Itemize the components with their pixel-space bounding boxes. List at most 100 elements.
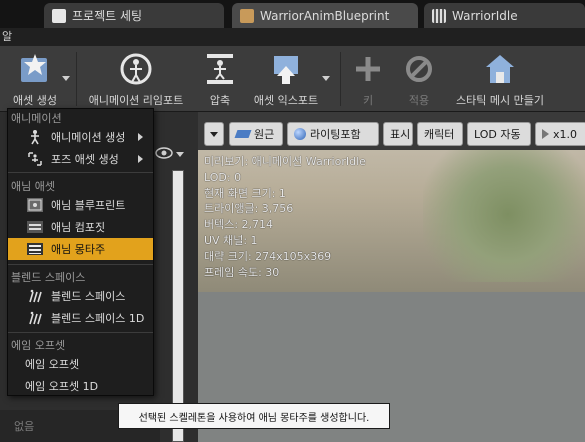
visibility-eye-icon[interactable]	[155, 147, 173, 162]
left-panel-hint: 없음	[14, 420, 35, 433]
blend-space-1d-icon	[25, 310, 45, 326]
character-button[interactable]: 캐릭터	[417, 122, 463, 146]
toolbar-divider	[76, 52, 77, 106]
perspective-label: 원근	[254, 128, 275, 141]
anim-composite-icon	[25, 219, 45, 235]
anim-sequence-icon	[432, 8, 446, 23]
left-panel-scrollbar[interactable]	[172, 170, 184, 442]
menu-section-blend-space: 블렌드 스페이스	[11, 271, 86, 284]
blend-space-icon	[25, 288, 45, 304]
make-static-mesh-label: 스타틱 메시 만들기	[456, 94, 544, 107]
show-button[interactable]: 표시	[383, 122, 413, 146]
playback-speed-button[interactable]: x1.0	[535, 122, 585, 146]
tab-label: 프로젝트 세팅	[72, 9, 143, 23]
menu-item-label: 애님 컴포짓	[51, 221, 106, 234]
menu-section-animation: 애니메이션	[11, 112, 62, 125]
character-label: 캐릭터	[424, 128, 455, 141]
lit-button[interactable]: 라이팅포함	[287, 122, 379, 146]
static-mesh-icon	[480, 50, 520, 88]
apply-button[interactable]: 적용	[394, 50, 444, 110]
stat-triangles: 트라이앵글: 3,756	[204, 202, 294, 216]
create-asset-icon	[15, 50, 55, 88]
tab-project-settings[interactable]: 프로젝트 세팅	[44, 3, 224, 28]
tab-warrior-anim-blueprint[interactable]: WarriorAnimBlueprint	[232, 3, 418, 28]
menu-divider	[8, 172, 153, 173]
apply-label: 적용	[408, 94, 430, 107]
menu-item-anim-montage[interactable]: 애님 몽타주	[8, 238, 153, 260]
viewport-background-foliage	[423, 132, 585, 282]
stat-screen-size: 현재 화면 크기: 1	[204, 186, 286, 200]
submenu-arrow-icon	[138, 133, 143, 141]
menu-bar[interactable]: 알	[0, 28, 585, 46]
menu-item-label: 포즈 애셋 생성	[51, 153, 119, 166]
menu-item-label: 블렌드 스페이스 1D	[51, 312, 145, 325]
menu-item-label: 애님 몽타주	[51, 243, 106, 256]
viewport-options-button[interactable]	[204, 122, 224, 146]
menu-item-label: 에임 오프셋	[25, 358, 80, 371]
animation-icon	[25, 129, 45, 145]
chevron-down-icon	[210, 131, 218, 137]
apply-icon	[399, 50, 439, 88]
preview-viewport[interactable]: 원근 라이팅포함 표시 캐릭터 LOD 자동 x1.0 미리보기: 애니메이션 …	[198, 112, 585, 442]
pose-asset-icon	[25, 151, 45, 167]
compress-label: 압축	[209, 94, 231, 107]
export-asset-label: 애셋 익스포트	[253, 94, 319, 107]
menu-divider	[8, 264, 153, 265]
menu-section-aim-offset: 에임 오프셋	[11, 339, 66, 352]
compress-icon	[200, 50, 240, 88]
reimport-animation-button[interactable]: 애니메이션 리임포트	[82, 50, 190, 110]
menu-item-create-animation[interactable]: 애니메이션 생성	[8, 126, 153, 148]
menu-section-anim-asset: 애님 애셋	[11, 180, 55, 193]
settings-icon	[52, 8, 66, 23]
export-asset-button[interactable]: 애셋 익스포트	[250, 50, 322, 110]
menu-item-blend-space[interactable]: 블렌드 스페이스	[8, 285, 153, 307]
stat-preview: 미리보기: 애니메이션 WarriorIdle	[204, 155, 366, 168]
toolbar-divider	[340, 52, 341, 106]
export-asset-dropdown-icon[interactable]	[322, 76, 330, 81]
create-asset-label: 애셋 생성	[13, 94, 57, 107]
lit-sphere-icon	[294, 128, 306, 140]
anim-blueprint-icon	[240, 8, 254, 23]
stat-approx-size: 대략 크기: 274x105x369	[204, 249, 332, 263]
menu-item-aim-offset[interactable]: 에임 오프셋	[8, 353, 153, 375]
stat-lod: LOD: 0	[204, 170, 242, 184]
create-asset-menu: 애니메이션 애니메이션 생성 포즈 애셋 생성 애님 애셋 애님 블루프린트 애…	[7, 108, 154, 396]
viewport-stats: 미리보기: 애니메이션 WarriorIdle LOD: 0 현재 화면 크기:…	[204, 154, 366, 280]
stat-vertices: 버텍스: 2,714	[204, 218, 274, 232]
lit-label: 라이팅포함	[310, 128, 361, 141]
make-static-mesh-button[interactable]: 스타틱 메시 만들기	[450, 50, 550, 110]
reimport-icon	[116, 50, 156, 88]
menu-bar-label[interactable]: 알	[2, 30, 12, 43]
reimport-animation-label: 애니메이션 리임포트	[88, 94, 184, 107]
menu-item-aim-offset-1d[interactable]: 에임 오프셋 1D	[8, 375, 153, 397]
anim-montage-icon	[25, 241, 45, 257]
create-asset-button[interactable]: 애셋 생성	[4, 50, 66, 110]
export-asset-icon	[266, 50, 306, 88]
menu-item-blend-space-1d[interactable]: 블렌드 스페이스 1D	[8, 307, 153, 329]
lod-auto-button[interactable]: LOD 자동	[467, 122, 531, 146]
editor-window: 프로젝트 세팅 WarriorAnimBlueprint WarriorIdle…	[0, 0, 585, 442]
toolbar: 애셋 생성 애니메이션 리임포트 압축 애셋 익스포트 키 적용 스타틱 메시 …	[0, 46, 585, 112]
perspective-button[interactable]: 원근	[229, 122, 283, 146]
tooltip: 선택된 스켈레톤을 사용하여 애님 몽타주를 생성합니다.	[118, 403, 390, 429]
menu-item-label: 애니메이션 생성	[51, 131, 126, 144]
tab-warrior-idle[interactable]: WarriorIdle	[424, 3, 585, 28]
key-label: 키	[362, 94, 374, 107]
key-button[interactable]: 키	[348, 50, 388, 110]
menu-divider	[8, 332, 153, 333]
menu-item-label: 애님 블루프린트	[51, 199, 126, 212]
tab-label: WarriorIdle	[452, 8, 518, 23]
stat-frame-rate: 프레임 속도: 30	[204, 265, 280, 279]
menu-item-anim-blueprint[interactable]: 애님 블루프린트	[8, 194, 153, 216]
speed-icon	[542, 129, 549, 139]
visibility-dropdown-icon[interactable]	[176, 152, 184, 157]
menu-item-anim-composite[interactable]: 애님 컴포짓	[8, 216, 153, 238]
tab-strip: 프로젝트 세팅 WarriorAnimBlueprint WarriorIdle	[0, 0, 585, 28]
menu-item-label: 블렌드 스페이스	[51, 290, 126, 303]
lod-label: LOD 자동	[474, 128, 521, 141]
menu-item-label: 에임 오프셋 1D	[25, 380, 99, 393]
create-asset-dropdown-icon[interactable]	[62, 76, 70, 81]
menu-item-create-pose-asset[interactable]: 포즈 애셋 생성	[8, 148, 153, 170]
compress-button[interactable]: 압축	[198, 50, 242, 110]
stat-uv-channels: UV 채널: 1	[204, 233, 258, 247]
